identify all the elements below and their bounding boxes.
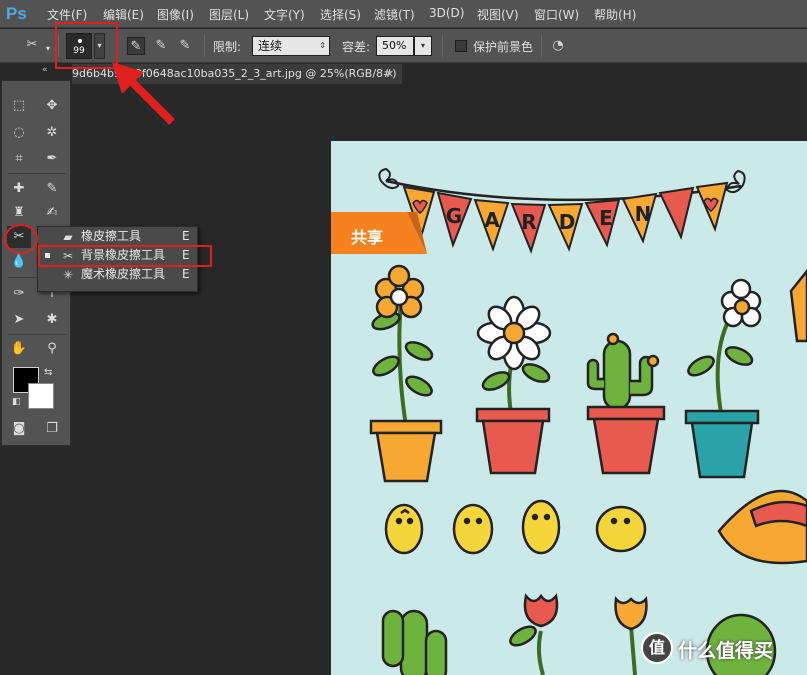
zoom-tool-icon[interactable]: ⚲: [40, 338, 64, 360]
eyedropper-tool-icon[interactable]: ✒: [40, 148, 64, 170]
flyout-item-label: 魔术橡皮擦工具: [81, 267, 166, 281]
watermark-text: 什么值得买: [678, 640, 774, 662]
menu-window[interactable]: 窗口(W): [534, 6, 579, 23]
hand-tool-icon[interactable]: ✋: [7, 338, 31, 360]
document-tab-bar: 9d6b4b9079f0648ac10ba035_2_3_art.jpg @ 2…: [72, 64, 807, 84]
options-separator: [541, 35, 542, 57]
swap-colors-icon[interactable]: ⇆: [44, 367, 52, 378]
menu-image[interactable]: 图像(I): [157, 6, 194, 23]
tolerance-value: 50%: [382, 39, 407, 52]
flyout-item-label: 橡皮擦工具: [81, 229, 142, 243]
limits-select[interactable]: 连续 ⇕: [252, 36, 330, 56]
screen-mode-icon[interactable]: ❐: [40, 418, 64, 440]
tolerance-label: 容差:: [342, 40, 371, 54]
pressure-size-icon[interactable]: ◔: [549, 37, 567, 55]
banner-letter: R: [521, 210, 536, 234]
share-badge-label[interactable]: 共享: [351, 224, 383, 248]
banner-letter: D: [559, 210, 576, 234]
menu-file[interactable]: 文件(F): [47, 6, 87, 23]
history-brush-tool-icon[interactable]: ✍: [40, 202, 64, 224]
custom-shape-tool-icon[interactable]: ✱: [40, 309, 64, 331]
menu-edit[interactable]: 编辑(E): [103, 6, 144, 23]
tolerance-input[interactable]: 50%: [376, 36, 414, 56]
quick-mask-icon[interactable]: ◙: [7, 418, 31, 440]
collapse-arrows-icon[interactable]: «: [42, 65, 48, 75]
background-color-swatch[interactable]: [28, 383, 54, 409]
options-separator: [204, 35, 205, 57]
options-separator: [442, 35, 443, 57]
banner-letter: G: [446, 204, 462, 228]
default-colors-icon[interactable]: ◧: [12, 397, 21, 407]
annotation-arrow-icon: [112, 62, 175, 125]
pen-tool-icon[interactable]: ✑: [7, 283, 31, 305]
banner-letter: E: [599, 206, 613, 230]
blur-tool-icon[interactable]: 💧: [7, 251, 31, 273]
toolbox-divider: [8, 173, 66, 174]
potted-cactus: [586, 332, 666, 475]
options-bar: ✂ ▾ 99 ▾ ✎ ✎ ✎ 限制: 连续 ⇕ 容差: 50% ▾ 保护前景色 …: [0, 29, 807, 63]
pennant: [658, 186, 695, 240]
annotation-tool-circle: [4, 224, 38, 254]
annotation-flyout-highlight: [38, 245, 212, 267]
healing-brush-tool-icon[interactable]: ✚: [7, 178, 31, 200]
photoshop-logo[interactable]: Ps: [6, 3, 32, 25]
chevron-updown-icon: ⇕: [319, 41, 326, 50]
flyout-item-shortcut: E: [182, 267, 190, 281]
brush-tool-icon[interactable]: ✎: [40, 178, 64, 200]
birdhouse: [789, 268, 807, 343]
menu-view[interactable]: 视图(V): [477, 6, 519, 23]
menu-select[interactable]: 选择(S): [320, 6, 361, 23]
tool-preset-dropdown-icon[interactable]: ▾: [46, 44, 50, 53]
menu-type[interactable]: 文字(Y): [264, 6, 305, 23]
banner-letter: A: [484, 208, 500, 232]
limits-select-value: 连续: [258, 39, 283, 53]
annotation-brush-size-highlight: [55, 22, 118, 69]
flyout-item-magic-eraser[interactable]: ✳ 魔术橡皮擦工具 E: [38, 265, 197, 284]
tool-preset-icon[interactable]: ✂: [20, 36, 44, 56]
protect-foreground-label: 保护前景色: [473, 40, 534, 54]
sampling-once-icon[interactable]: ✎: [152, 37, 170, 55]
menu-filter[interactable]: 滤镜(T): [374, 6, 415, 23]
menu-3d[interactable]: 3D(D): [429, 6, 464, 20]
marquee-tool-icon[interactable]: ⬚: [7, 95, 31, 117]
limits-label: 限制:: [213, 40, 242, 54]
menu-layer[interactable]: 图层(L): [209, 6, 249, 23]
protect-foreground-checkbox[interactable]: [455, 40, 467, 52]
bunting-bow-left: [378, 167, 400, 190]
tolerance-dropdown[interactable]: ▾: [414, 36, 432, 56]
potted-white-daisy: [475, 295, 552, 475]
potted-orange-flower: [369, 264, 443, 483]
move-tool-icon[interactable]: ✥: [40, 95, 64, 117]
clone-stamp-tool-icon[interactable]: ♜: [7, 202, 31, 224]
crop-tool-icon[interactable]: ⌗: [7, 148, 31, 170]
watermark-logo-icon: 值: [641, 632, 673, 664]
sampling-continuous-icon[interactable]: ✎: [127, 37, 145, 55]
lasso-tool-icon[interactable]: ◌: [7, 122, 31, 144]
banner-letter: N: [635, 202, 652, 226]
magic-eraser-icon: ✳: [62, 268, 74, 282]
document-tab-close-icon[interactable]: ×: [385, 64, 394, 83]
potted-white-flower-teal-pot: [684, 278, 762, 479]
magic-wand-tool-icon[interactable]: ✲: [40, 122, 64, 144]
sampling-background-swatch-icon[interactable]: ✎: [176, 37, 194, 55]
path-selection-tool-icon[interactable]: ➤: [7, 309, 31, 331]
toolbox-divider: [8, 334, 66, 335]
chick-row: [384, 489, 807, 565]
flyout-item-eraser[interactable]: ▰ 橡皮擦工具 E: [38, 227, 197, 246]
menu-help[interactable]: 帮助(H): [594, 6, 636, 23]
menu-bar: Ps 文件(F) 编辑(E) 图像(I) 图层(L) 文字(Y) 选择(S) 滤…: [0, 0, 807, 28]
flyout-item-shortcut: E: [182, 229, 190, 243]
